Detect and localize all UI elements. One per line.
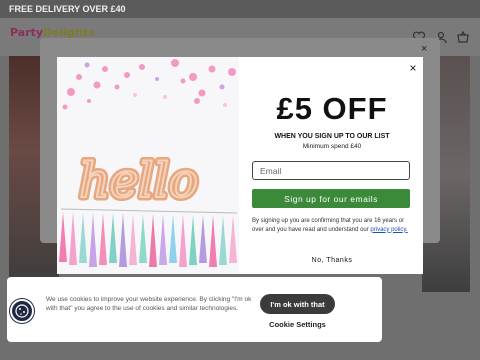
balloon-illustration: hello hello (57, 57, 239, 274)
offer-headline: £5 OFF (276, 91, 388, 126)
balloon-word-highlight: hello (79, 153, 198, 209)
hello-balloon-image: hello hello (57, 57, 239, 274)
cookie-settings-link[interactable]: Cookie Settings (260, 320, 335, 329)
basket-icon[interactable] (456, 30, 470, 44)
logo-part-1: Party (10, 26, 44, 39)
accept-cookies-button[interactable]: I'm ok with that (260, 294, 335, 314)
cookie-icon[interactable] (10, 299, 34, 323)
terms-text: By signing up you are confirming that yo… (252, 217, 412, 234)
delivery-banner: FREE DELIVERY OVER £40 (0, 0, 480, 18)
privacy-policy-link[interactable]: privacy policy. (370, 227, 407, 233)
cookie-banner: We use cookies to improve your website e… (7, 277, 382, 342)
cookie-message: We use cookies to improve your website e… (46, 296, 252, 312)
email-input[interactable] (252, 161, 410, 180)
minimum-spend-note: Minimum spend £40 (302, 143, 362, 150)
no-thanks-button[interactable]: No, Thanks (241, 257, 423, 264)
background-close-icon: × (421, 43, 428, 55)
signup-button[interactable]: Sign up for our emails (252, 189, 410, 208)
email-signup-modal: hello hello × £5 OFF WHEN YOU SIGN UP TO… (57, 57, 423, 274)
modal-close-icon[interactable]: × (406, 61, 420, 75)
cookie-glyph (15, 304, 29, 318)
offer-subheadline: WHEN YOU SIGN UP TO OUR LIST (274, 133, 390, 140)
